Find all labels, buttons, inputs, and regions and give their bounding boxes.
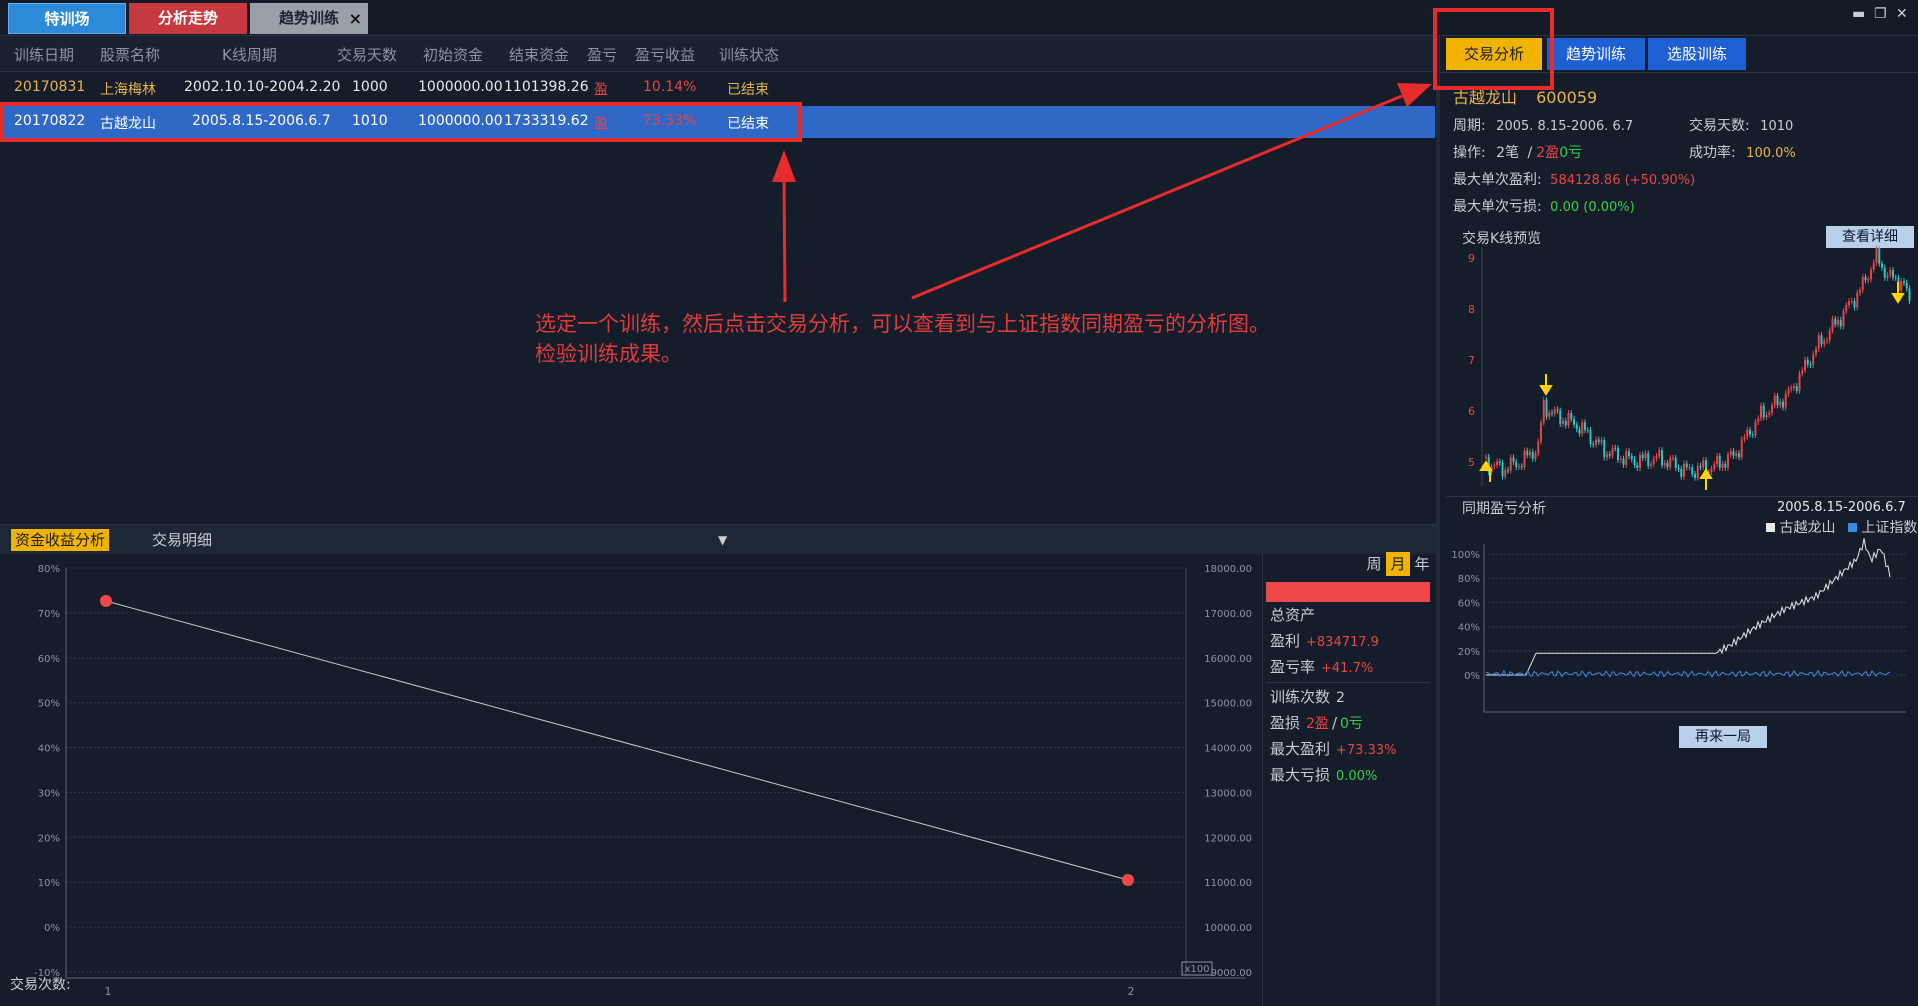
arrow-up-head <box>772 150 796 182</box>
arrow-up-line <box>782 175 787 303</box>
arrow-diag-head <box>1397 83 1432 107</box>
callout-arrows <box>772 83 1432 303</box>
arrow-diag-line <box>911 94 1403 300</box>
